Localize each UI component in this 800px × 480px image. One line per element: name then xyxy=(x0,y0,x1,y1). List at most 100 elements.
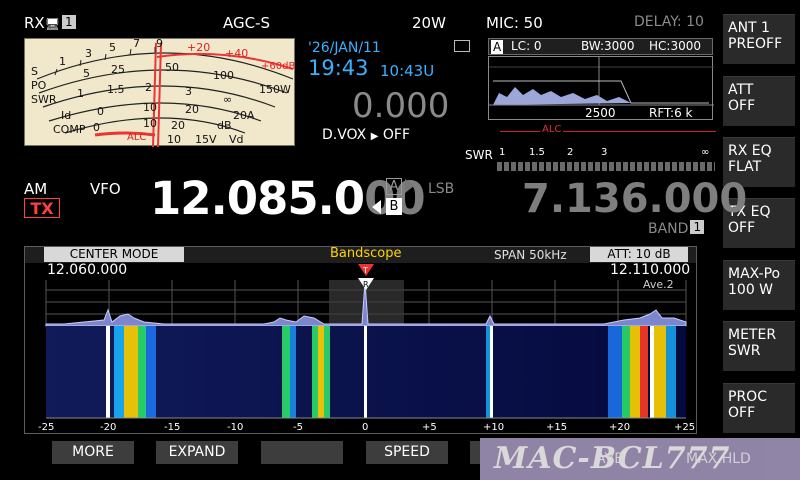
swr-tick: ∞ xyxy=(701,147,710,158)
sideband-label: LSB xyxy=(428,181,455,197)
vfo-b-badge[interactable]: B xyxy=(386,198,402,215)
swr-tick: 3 xyxy=(185,85,192,98)
po-tick: 150W xyxy=(259,83,291,96)
comp-tick: 10 xyxy=(143,117,157,130)
vd-tick: Vd xyxy=(229,133,244,146)
swr-tick: 1 xyxy=(499,147,506,158)
filter-info-bar: A LC: 0 BW:3000 HC:3000 xyxy=(488,38,713,55)
play-arrow-icon: ▶ xyxy=(370,131,379,142)
antenna-icon: 🖥 xyxy=(44,17,60,31)
swr-tick: ∞ xyxy=(223,93,232,106)
axis-tick: +25 xyxy=(674,422,695,433)
side-key-line1: PROC xyxy=(728,389,767,405)
scope-start-frequency: 12.060.000 xyxy=(47,262,128,278)
comp-tick: dB xyxy=(217,119,232,132)
po-tick: 100 xyxy=(213,69,234,82)
filter-passband-graph: 2500 RFT:6 k xyxy=(489,57,714,120)
s-tick: +20 xyxy=(187,41,210,54)
vox-delay: DELAY: 10 xyxy=(634,14,704,30)
s-tick: +40 xyxy=(225,47,248,60)
tx-marker-label: T xyxy=(362,266,368,275)
alc-bar-text: ALC xyxy=(540,124,564,135)
side-key-line2: OFF xyxy=(728,98,756,114)
po-tick: 5 xyxy=(83,67,90,80)
scope-average: Ave.2 xyxy=(643,278,674,291)
side-key-max-po[interactable]: MAX-Po 100 W xyxy=(723,260,795,310)
swr-tick: 1 xyxy=(77,87,84,100)
comp-tick: 20 xyxy=(171,119,185,132)
side-key-ant[interactable]: ANT 1 PREOFF xyxy=(723,14,795,64)
main-frequency[interactable]: 12.085.000 xyxy=(150,172,426,225)
side-key-line2: SWR xyxy=(728,343,761,359)
id-tick: 10 xyxy=(143,101,157,114)
softkey-speed[interactable]: SPEED xyxy=(366,441,448,464)
side-key-meter[interactable]: METER SWR xyxy=(723,321,795,371)
softkey-max-hold[interactable]: MAX.HLD xyxy=(686,438,751,480)
side-key-line1: RX EQ xyxy=(728,143,772,159)
rx-number: 1 xyxy=(61,15,76,29)
axis-tick: -5 xyxy=(293,422,303,433)
date-display: '26/JAN/11 xyxy=(308,40,381,56)
softkey-ave[interactable]: AVE xyxy=(596,438,623,480)
utc-time: 10:43U xyxy=(380,62,435,80)
softkey-expand[interactable]: EXPAND xyxy=(156,441,238,464)
axis-tick: +20 xyxy=(609,422,630,433)
side-key-line2: 100 W xyxy=(728,282,774,298)
alc-scale-label: ALC xyxy=(127,132,146,143)
swr-tick: 2 xyxy=(145,81,152,94)
side-key-line2: OFF xyxy=(728,405,756,421)
s-tick: 3 xyxy=(85,47,92,60)
band-label: BAND xyxy=(648,221,689,237)
rx-indicator: RX🖥 1 xyxy=(24,14,76,32)
agc-status: AGC-S xyxy=(223,14,271,32)
rx-marker-label: R xyxy=(363,280,369,289)
swr-tick: 3 xyxy=(601,147,608,158)
softkey-more[interactable]: MORE xyxy=(52,441,134,464)
filter-center-freq: 2500 xyxy=(585,106,616,120)
s-tick: 1 xyxy=(59,55,66,68)
side-key-line1: ANT 1 xyxy=(728,20,770,36)
vfo-a-badge[interactable]: A xyxy=(386,178,402,195)
axis-tick: -25 xyxy=(38,422,54,433)
bandscope-display[interactable]: T R -25 -20 -15 -10 -5 0 +5 +10 +15 +20 … xyxy=(24,262,697,434)
id-tick: 20 xyxy=(185,103,199,116)
meter-scale-swr: SWR xyxy=(31,93,57,106)
swr-label: SWR xyxy=(465,148,493,162)
softkey-edge[interactable] xyxy=(470,441,480,464)
band-indicator: BAND 1 xyxy=(648,220,705,237)
vd-tick: 10 xyxy=(167,133,181,146)
comp-tick: 0 xyxy=(93,121,100,134)
side-key-line2: OFF xyxy=(728,220,756,236)
meter-scale-s: S xyxy=(31,65,38,78)
id-tick: 0 xyxy=(97,105,104,118)
side-key-proc[interactable]: PROC OFF xyxy=(723,383,795,433)
rx-label: RX xyxy=(24,14,45,32)
power-status: 20W xyxy=(412,14,446,32)
sub-frequency[interactable]: 7.136.000 xyxy=(522,176,747,222)
axis-tick: +5 xyxy=(422,422,437,433)
s-tick: 9 xyxy=(156,39,163,50)
tx-indicator: TX xyxy=(24,198,60,218)
bandscope-mode[interactable]: CENTER MODE xyxy=(44,247,184,262)
swr-bar: 1 1.5 2 3 ∞ xyxy=(497,147,715,173)
axis-tick: -15 xyxy=(164,422,180,433)
softkey-blank[interactable] xyxy=(261,441,343,464)
axis-tick: +10 xyxy=(483,422,504,433)
swr-tick: 1.5 xyxy=(529,147,545,158)
meter-face: S PO SWR Id COMP 1 3 5 7 9 +20 +40 +60dB… xyxy=(31,39,295,147)
analog-meter[interactable]: S PO SWR Id COMP 1 3 5 7 9 +20 +40 +60dB… xyxy=(24,38,295,147)
axis-tick: 0 xyxy=(362,422,368,433)
side-key-att[interactable]: ATT OFF xyxy=(723,76,795,126)
band-number: 1 xyxy=(690,220,705,234)
meter-scale-comp: COMP xyxy=(53,123,86,136)
swr-tick: 1.5 xyxy=(107,83,125,96)
po-tick: 50 xyxy=(165,61,179,74)
vfo-b-arrow-icon xyxy=(372,200,381,214)
main-freq-digits: 12.085.0 xyxy=(150,172,365,225)
scope-end-frequency: 12.110.000 xyxy=(610,262,691,278)
vd-tick: 15V xyxy=(195,133,217,146)
po-tick: 25 xyxy=(111,63,125,76)
hc-value: HC:3000 xyxy=(649,39,701,53)
side-key-line2: FLAT xyxy=(728,159,762,175)
dvox-status: D.VOX ▶ OFF xyxy=(322,127,410,143)
